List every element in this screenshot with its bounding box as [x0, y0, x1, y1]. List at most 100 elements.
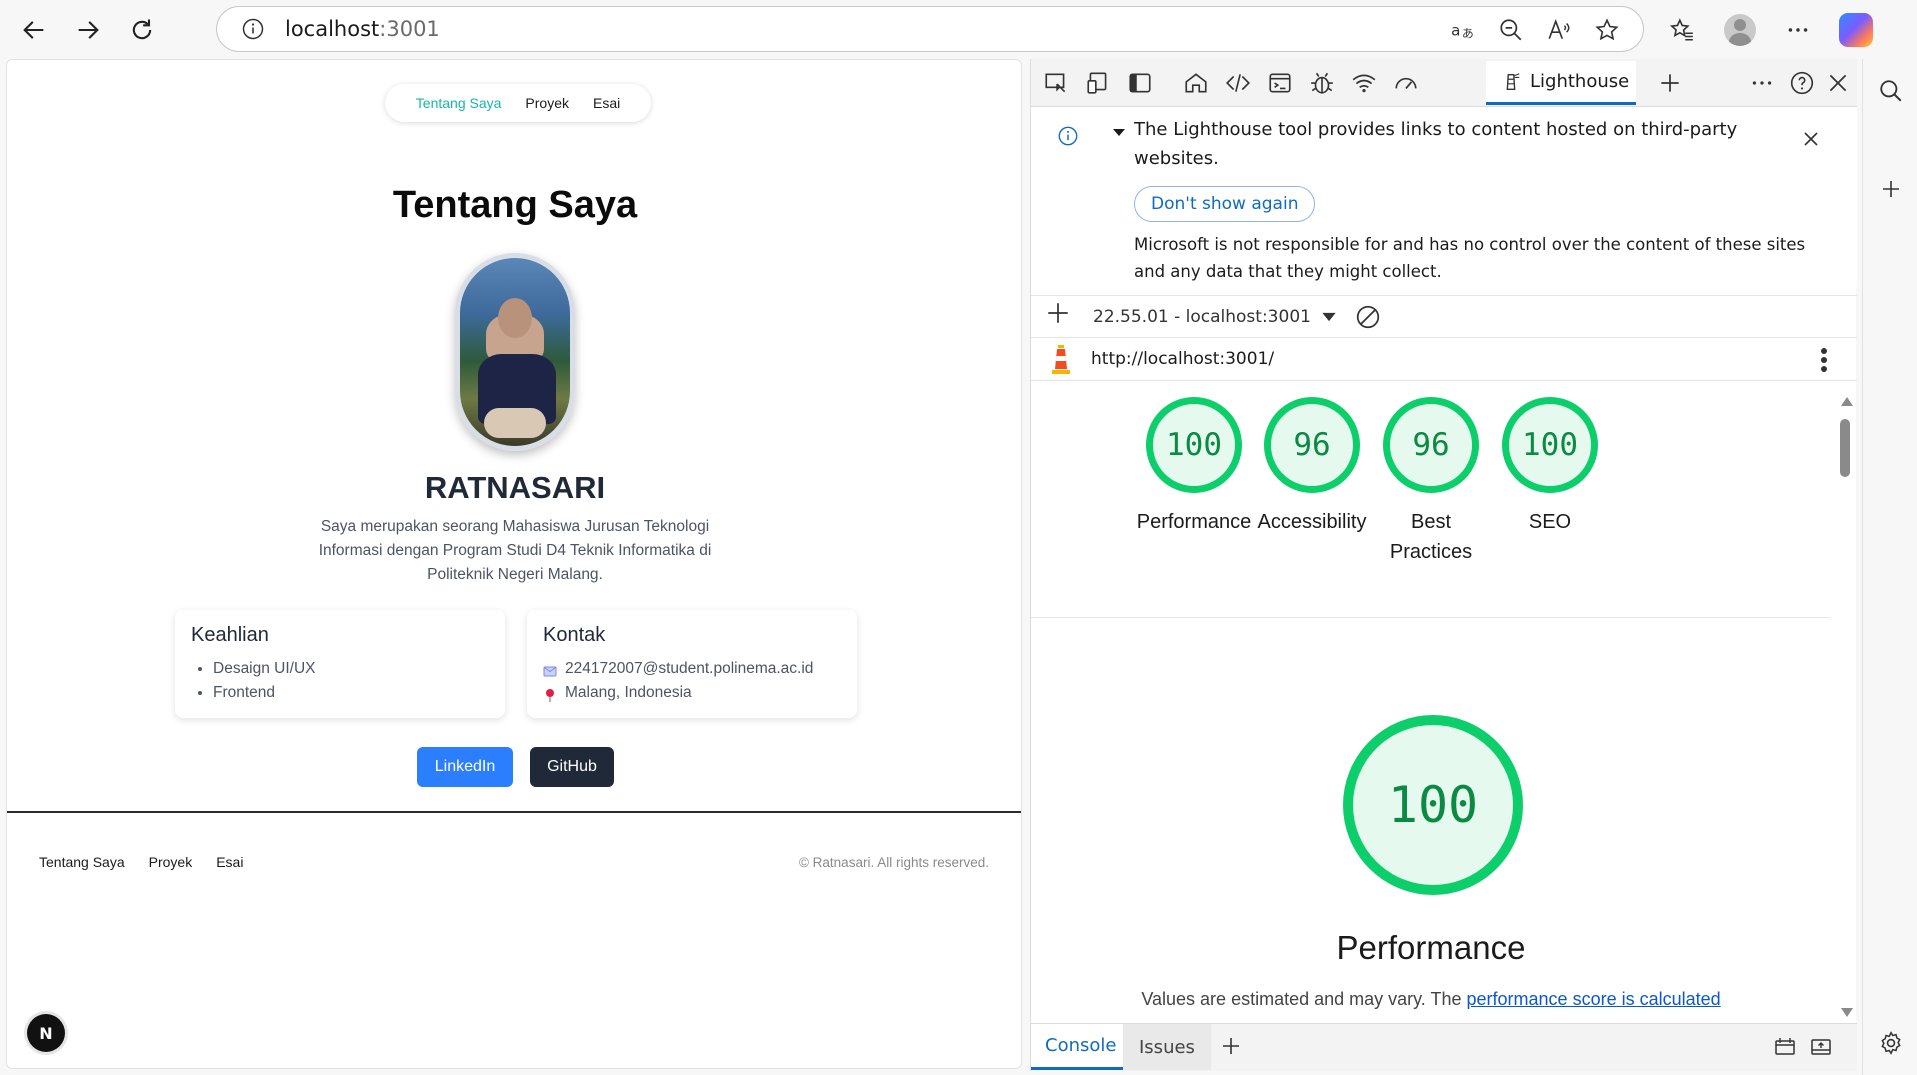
help-icon[interactable]: [1783, 65, 1821, 101]
profile-avatar[interactable]: [1718, 8, 1762, 52]
page-title: Tentang Saya: [392, 184, 638, 226]
nav-link-esai[interactable]: Esai: [593, 95, 620, 111]
performance-big-gauge: 100: [1343, 715, 1523, 895]
nav-link-tentang-saya[interactable]: Tentang Saya: [416, 95, 502, 111]
dock-side-icon[interactable]: [1121, 65, 1159, 101]
email-icon: [543, 662, 557, 677]
profile-bio: Saya merupakan seorang Mahasiswa Jurusan…: [318, 518, 712, 583]
profile-name: RATNASARI: [424, 470, 606, 505]
linkedin-button[interactable]: LinkedIn: [417, 747, 513, 787]
zoom-out-icon[interactable]: [1493, 13, 1529, 47]
footer-nav: Tentang Saya Proyek Esai: [39, 854, 243, 870]
info-icon: [1058, 126, 1078, 146]
tab-console[interactable]: Console: [1031, 1024, 1131, 1070]
console-icon[interactable]: [1261, 65, 1299, 101]
scroll-down-arrow-icon[interactable]: [1841, 1008, 1853, 1017]
forward-arrow-icon: [78, 21, 99, 39]
favorites-icon[interactable]: [1660, 8, 1704, 52]
address-bar[interactable]: localhost:3001 aあ: [216, 6, 1644, 52]
performance-note: Values are estimated and may vary. The p…: [1031, 989, 1831, 1010]
report-scrollbar[interactable]: [1839, 397, 1853, 1017]
performance-gauge-icon[interactable]: [1387, 65, 1425, 101]
contact-email[interactable]: 224172007@student.polinema.ac.id: [565, 657, 813, 681]
read-aloud-icon[interactable]: [1541, 13, 1577, 47]
contact-card: Kontak 224172007@student.polinema.ac.id …: [527, 610, 857, 718]
browser-toolbar: localhost:3001 aあ: [0, 0, 1917, 59]
skill-item: Frontend: [213, 681, 489, 705]
drawer-tabbar: Console Issues: [1031, 1023, 1857, 1071]
tab-lighthouse[interactable]: Lighthouse: [1486, 61, 1636, 105]
svg-text:a: a: [1451, 21, 1460, 39]
page-viewport: Tentang Saya Proyek Esai Tentang Saya RA…: [6, 59, 1022, 1069]
translate-icon[interactable]: aあ: [1445, 13, 1481, 47]
score-label: SEO: [1528, 511, 1572, 533]
nav-link-proyek[interactable]: Proyek: [525, 95, 569, 111]
network-wifi-icon[interactable]: [1345, 65, 1383, 101]
sources-bug-icon[interactable]: [1303, 65, 1341, 101]
collapse-caret-icon[interactable]: [1113, 129, 1125, 136]
footer-link-tentang-saya[interactable]: Tentang Saya: [39, 854, 125, 870]
contact-location: Malang, Indonesia: [565, 684, 692, 701]
new-report-icon[interactable]: [1045, 300, 1075, 333]
sidebar-settings-icon[interactable]: [1871, 1023, 1911, 1063]
scroll-up-arrow-icon[interactable]: [1841, 397, 1853, 406]
dropdown-caret-icon[interactable]: [1319, 307, 1339, 327]
report-url-row: http://localhost:3001/: [1031, 337, 1857, 381]
footer-link-proyek[interactable]: Proyek: [149, 854, 193, 870]
footer-divider: [7, 811, 1021, 813]
more-menu-icon[interactable]: [1776, 8, 1820, 52]
favorite-star-icon[interactable]: [1589, 13, 1625, 47]
dock-drawer-icon[interactable]: [1809, 1035, 1833, 1059]
sidebar-add-icon[interactable]: [1871, 169, 1911, 209]
report-select[interactable]: 22.55.01 - localhost:3001: [1093, 307, 1311, 327]
dont-show-again-button[interactable]: Don't show again: [1134, 186, 1316, 222]
nextjs-dev-badge[interactable]: N: [27, 1014, 65, 1052]
third-party-banner: The Lighthouse tool provides links to co…: [1031, 107, 1857, 287]
copilot-icon[interactable]: [1834, 8, 1878, 52]
contact-location-row: Malang, Indonesia: [543, 681, 841, 705]
footer-link-esai[interactable]: Esai: [216, 854, 243, 870]
banner-disclaimer: Microsoft is not responsible for and has…: [1134, 235, 1806, 281]
section-divider: [1031, 617, 1831, 618]
device-emulation-icon[interactable]: [1079, 65, 1117, 101]
github-button[interactable]: GitHub: [530, 747, 614, 787]
url-text[interactable]: localhost:3001: [285, 17, 440, 41]
top-nav: Tentang Saya Proyek Esai: [385, 84, 651, 122]
refresh-button[interactable]: [120, 8, 164, 52]
devtools-more-icon[interactable]: [1743, 65, 1781, 101]
site-info-icon[interactable]: [239, 15, 267, 43]
inspect-element-icon[interactable]: [1037, 65, 1075, 101]
devtools-toolbar: Lighthouse: [1031, 59, 1857, 107]
report-menu-icon[interactable]: [1821, 348, 1827, 372]
copyright-text: © Ratnasari. All rights reserved.: [798, 855, 989, 870]
edge-sidebar: [1862, 59, 1917, 1075]
banner-close-icon[interactable]: [1799, 127, 1823, 151]
forward-button[interactable]: [66, 8, 110, 52]
profile-photo: [455, 253, 575, 451]
lighthouse-logo-icon: [1052, 345, 1070, 374]
contact-title: Kontak: [543, 624, 606, 646]
back-button[interactable]: [12, 8, 56, 52]
refresh-icon: [132, 19, 152, 40]
close-devtools-icon[interactable]: [1819, 65, 1857, 101]
scroll-thumb[interactable]: [1840, 419, 1850, 477]
report-selector-row: 22.55.01 - localhost:3001: [1031, 295, 1857, 337]
devtools-panel: Lighthouse The Lighthouse tool provides …: [1030, 59, 1857, 1071]
performance-heading: Performance: [1336, 929, 1526, 966]
lighthouse-tab-icon: [1506, 72, 1520, 90]
add-tool-icon[interactable]: [1651, 65, 1689, 101]
sidebar-search-icon[interactable]: [1871, 71, 1911, 111]
contact-email-row: 224172007@student.polinema.ac.id: [543, 657, 841, 681]
score-gauges: 100 Performance 96 Accessibility 96 Best…: [1031, 389, 1831, 589]
score-seo[interactable]: 100 SEO: [1475, 397, 1625, 537]
add-drawer-tab-icon[interactable]: [1219, 1034, 1243, 1058]
quick-view-icon[interactable]: [1773, 1035, 1797, 1059]
welcome-home-icon[interactable]: [1177, 65, 1215, 101]
score-calculated-link[interactable]: performance score is calculated: [1467, 989, 1721, 1009]
elements-icon[interactable]: [1219, 65, 1257, 101]
score-gauge: 96: [1264, 397, 1360, 493]
score-gauge: 100: [1146, 397, 1242, 493]
tab-issues[interactable]: Issues: [1123, 1024, 1211, 1070]
banner-message: The Lighthouse tool provides links to co…: [1134, 119, 1738, 169]
clear-reports-icon[interactable]: [1355, 304, 1381, 330]
